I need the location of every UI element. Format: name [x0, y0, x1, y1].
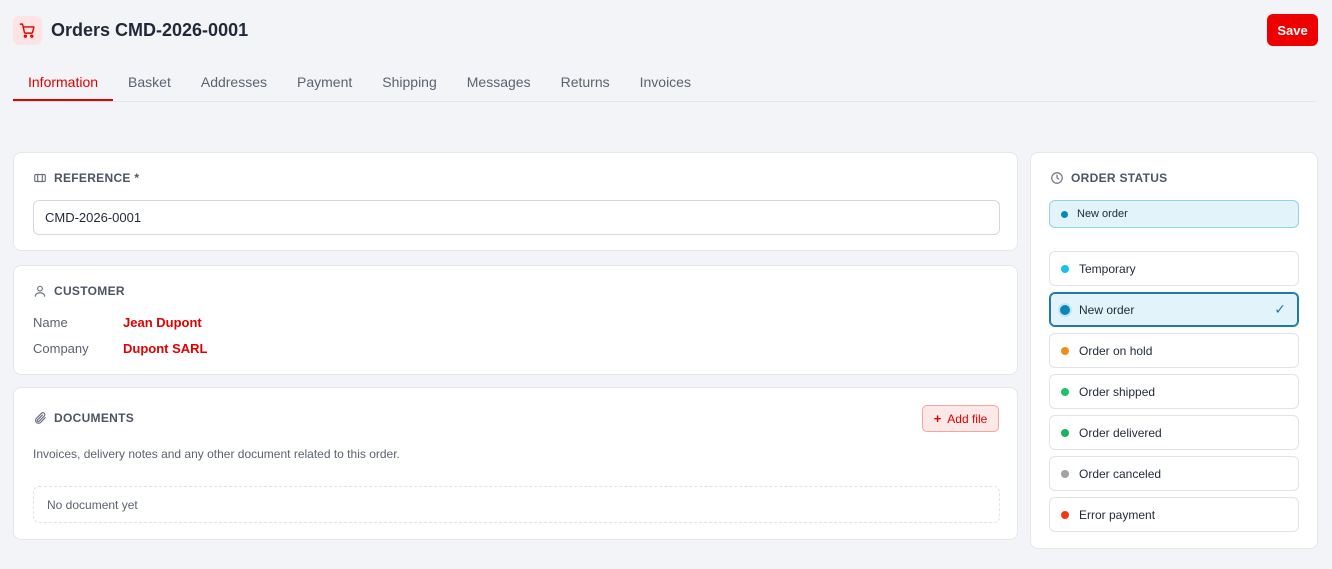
- tab-returns[interactable]: Returns: [546, 64, 625, 101]
- status-option-label: Order shipped: [1079, 384, 1156, 399]
- status-option-label: Error payment: [1079, 507, 1156, 522]
- paperclip-icon: [33, 411, 47, 425]
- order-status-title: ORDER STATUS: [1071, 171, 1168, 185]
- customer-card: CUSTOMER Name Jean Dupont Company Dupont…: [13, 265, 1018, 375]
- status-dot: [1061, 264, 1069, 273]
- tab-invoices[interactable]: Invoices: [625, 64, 706, 101]
- clock-icon: [1050, 171, 1064, 185]
- status-option-label: Order delivered: [1079, 425, 1162, 440]
- reference-heading: REFERENCE *: [33, 171, 139, 185]
- add-file-button[interactable]: + Add file: [922, 405, 999, 432]
- status-option-label: Order canceled: [1079, 466, 1162, 481]
- status-dot: [1061, 210, 1068, 218]
- reference-input[interactable]: [33, 200, 1000, 235]
- tab-information[interactable]: Information: [13, 64, 114, 101]
- tab-addresses[interactable]: Addresses: [186, 64, 282, 101]
- reference-card: REFERENCE *: [13, 152, 1018, 251]
- documents-card: DOCUMENTS + Add file Invoices, delivery …: [13, 387, 1018, 540]
- checkmark-icon: ✓: [1274, 301, 1286, 317]
- order-status-heading: ORDER STATUS: [1050, 171, 1168, 185]
- status-option-label: New order: [1079, 302, 1135, 317]
- status-option-order-delivered[interactable]: Order delivered: [1049, 415, 1299, 450]
- status-option-label: Order on hold: [1079, 343, 1153, 358]
- status-dot: [1061, 428, 1069, 437]
- status-dot: [1061, 510, 1069, 519]
- reference-title: REFERENCE *: [54, 171, 140, 185]
- order-status-card: ORDER STATUS New order Temporary New ord…: [1030, 152, 1318, 549]
- status-option-list: Temporary New order ✓ Order on hold Orde…: [1049, 251, 1299, 538]
- status-dot: [1061, 469, 1069, 478]
- page-header: Orders CMD-2026-0001 Save: [13, 13, 1318, 47]
- status-option-label: Temporary: [1079, 261, 1136, 276]
- shopping-cart-icon: [13, 15, 42, 45]
- documents-description: Invoices, delivery notes and any other d…: [33, 447, 400, 461]
- customer-title: CUSTOMER: [54, 284, 125, 298]
- user-icon: [33, 284, 47, 298]
- barcode-icon: [33, 171, 47, 185]
- status-option-order-on-hold[interactable]: Order on hold: [1049, 333, 1299, 368]
- save-button[interactable]: Save: [1267, 14, 1318, 46]
- tab-payment[interactable]: Payment: [282, 64, 367, 101]
- status-option-order-shipped[interactable]: Order shipped: [1049, 374, 1299, 409]
- plus-icon: +: [933, 411, 942, 426]
- status-dot: [1061, 387, 1069, 396]
- page-title: Orders CMD-2026-0001: [51, 19, 249, 40]
- customer-heading: CUSTOMER: [33, 284, 125, 298]
- status-option-new-order[interactable]: New order ✓: [1049, 292, 1299, 327]
- status-option-order-canceled[interactable]: Order canceled: [1049, 456, 1299, 491]
- status-dot: [1060, 304, 1070, 315]
- current-status-badge: New order: [1049, 200, 1299, 228]
- status-dot: [1061, 346, 1069, 355]
- tab-basket[interactable]: Basket: [113, 64, 186, 101]
- customer-name-value[interactable]: Jean Dupont: [123, 315, 202, 330]
- documents-title: DOCUMENTS: [54, 411, 135, 425]
- documents-empty-state: No document yet: [33, 486, 1000, 523]
- documents-heading: DOCUMENTS: [33, 411, 134, 425]
- customer-company-label: Company: [33, 341, 89, 356]
- tab-messages[interactable]: Messages: [452, 64, 546, 101]
- customer-company-row: Company Dupont SARL: [33, 341, 207, 356]
- customer-name-label: Name: [33, 315, 68, 330]
- current-status-label: New order: [1077, 208, 1128, 220]
- status-option-temporary[interactable]: Temporary: [1049, 251, 1299, 286]
- add-file-label: Add file: [947, 411, 988, 426]
- documents-empty-text: No document yet: [47, 497, 138, 512]
- customer-name-row: Name Jean Dupont: [33, 315, 202, 330]
- customer-company-value[interactable]: Dupont SARL: [123, 341, 207, 356]
- tab-bar: Information Basket Addresses Payment Shi…: [13, 64, 1316, 102]
- status-option-error-payment[interactable]: Error payment: [1049, 497, 1299, 532]
- tab-shipping[interactable]: Shipping: [367, 64, 452, 101]
